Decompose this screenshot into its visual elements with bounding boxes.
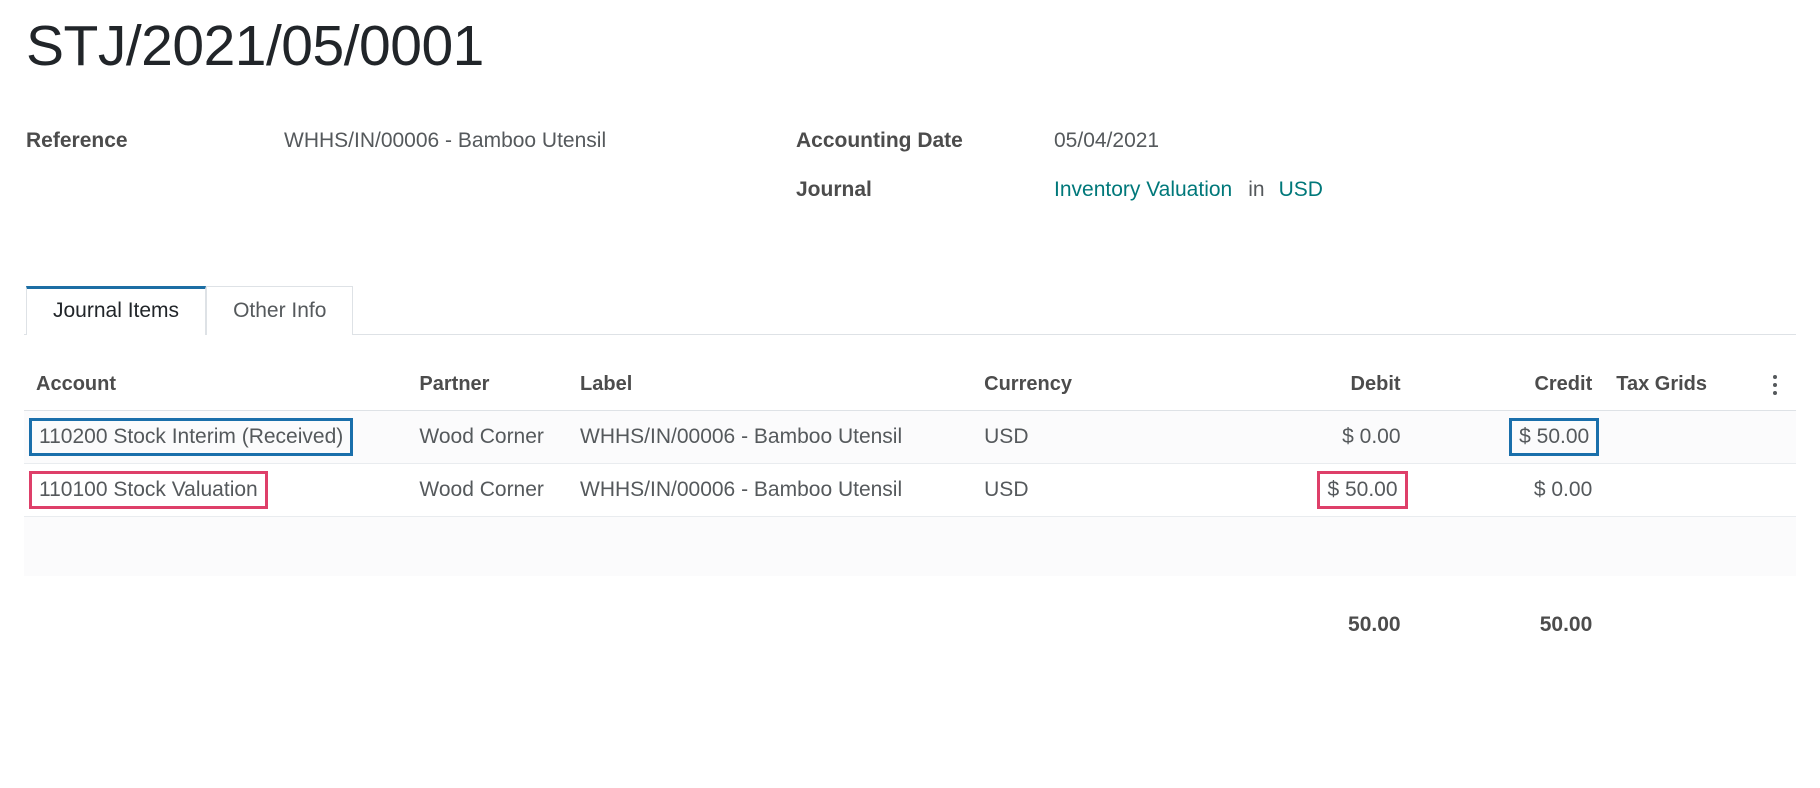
totals-options — [1755, 613, 1796, 637]
vertical-dots-icon[interactable] — [1767, 374, 1783, 395]
journal-entry-form: STJ/2021/05/0001 Reference WHHS/IN/00006… — [0, 18, 1820, 788]
row-1-account-text: 110200 Stock Interim (Received) — [39, 425, 344, 448]
column-header-partner[interactable]: Partner — [407, 373, 569, 411]
empty-cell-options — [1754, 516, 1796, 577]
row-2-debit-highlight: $ 50.00 — [1317, 471, 1408, 509]
empty-cell-partner — [407, 516, 569, 577]
header-fields: Reference WHHS/IN/00006 - Bamboo Utensil… — [24, 129, 1796, 227]
cell-credit[interactable]: $ 0.00 — [1412, 463, 1605, 517]
column-header-label[interactable]: Label — [568, 373, 973, 411]
empty-cell-tax-grids — [1604, 516, 1755, 577]
totals-tax-grids — [1604, 613, 1754, 637]
cell-debit[interactable]: $ 0.00 — [1153, 410, 1413, 464]
totals-spacer — [24, 613, 1154, 637]
row-1-account-highlight: 110200 Stock Interim (Received) — [29, 418, 354, 456]
tab-journal-items[interactable]: Journal Items — [26, 286, 207, 335]
header-fields-left: Reference WHHS/IN/00006 - Bamboo Utensil — [26, 129, 796, 227]
journal-link[interactable]: Inventory Valuation — [1054, 178, 1232, 201]
empty-cell-debit — [1153, 516, 1413, 577]
reference-label: Reference — [26, 129, 128, 152]
row-1-credit-text: $ 50.00 — [1519, 425, 1590, 448]
cell-debit[interactable]: $ 50.00 — [1153, 463, 1413, 517]
totals-table-row: 50.00 50.00 — [24, 613, 1796, 637]
page-title: STJ/2021/05/0001 — [26, 14, 484, 78]
cell-account[interactable]: 110200 Stock Interim (Received) — [24, 410, 408, 464]
total-debit: 50.00 — [1348, 613, 1401, 636]
row-2-account-text: 110100 Stock Valuation — [39, 478, 258, 501]
in-word: in — [1248, 178, 1265, 201]
table-header-row: Account Partner Label Currency Debit Cre… — [24, 373, 1796, 411]
cell-tax-grids[interactable] — [1604, 410, 1755, 464]
cell-tax-grids[interactable] — [1604, 463, 1755, 517]
journal-items-table: Account Partner Label Currency Debit Cre… — [24, 373, 1796, 577]
cell-label[interactable]: WHHS/IN/00006 - Bamboo Utensil — [568, 410, 973, 464]
header-fields-right: Accounting Date 05/04/2021 Journal Inven… — [796, 129, 1496, 227]
column-header-credit[interactable]: Credit — [1412, 373, 1605, 411]
empty-cell-currency — [972, 516, 1154, 577]
cell-currency[interactable]: USD — [972, 463, 1154, 517]
journal-value-group: Inventory Valuation in USD — [1054, 178, 1323, 202]
accounting-date-value[interactable]: 05/04/2021 — [1054, 129, 1159, 153]
empty-cell-account[interactable] — [24, 516, 408, 577]
column-options — [1754, 373, 1796, 411]
table-row[interactable]: 110200 Stock Interim (Received) Wood Cor… — [24, 410, 1796, 464]
field-accounting-date: Accounting Date 05/04/2021 — [796, 129, 1496, 178]
journal-label: Journal — [796, 178, 872, 201]
empty-cell-credit — [1412, 516, 1605, 577]
cell-options — [1754, 463, 1796, 517]
cell-account[interactable]: 110100 Stock Valuation — [24, 463, 408, 517]
cell-credit[interactable]: $ 50.00 — [1412, 410, 1605, 464]
table-row[interactable]: 110100 Stock Valuation Wood Corner WHHS/… — [24, 463, 1796, 517]
cell-partner[interactable]: Wood Corner — [407, 463, 569, 517]
total-credit: 50.00 — [1539, 613, 1593, 636]
field-reference: Reference WHHS/IN/00006 - Bamboo Utensil — [26, 129, 796, 178]
cell-options — [1754, 410, 1796, 464]
column-header-tax-grids[interactable]: Tax Grids — [1604, 373, 1755, 411]
currency-link[interactable]: USD — [1279, 178, 1323, 201]
row-1-credit-highlight: $ 50.00 — [1509, 418, 1600, 456]
reference-value[interactable]: WHHS/IN/00006 - Bamboo Utensil — [284, 129, 606, 153]
cell-partner[interactable]: Wood Corner — [407, 410, 569, 464]
column-header-account[interactable]: Account — [24, 373, 408, 411]
empty-cell-label — [568, 516, 973, 577]
column-header-currency[interactable]: Currency — [972, 373, 1154, 411]
row-2-debit-text: $ 50.00 — [1327, 478, 1398, 501]
tab-bar: Journal Items Other Info — [24, 279, 1796, 335]
tab-other-info[interactable]: Other Info — [206, 286, 354, 335]
totals-row: 50.00 50.00 — [24, 613, 1796, 637]
add-line-row[interactable] — [24, 516, 1796, 577]
cell-currency[interactable]: USD — [972, 410, 1154, 464]
field-journal: Journal Inventory Valuation in USD — [796, 178, 1496, 227]
cell-label[interactable]: WHHS/IN/00006 - Bamboo Utensil — [568, 463, 973, 517]
row-2-account-highlight: 110100 Stock Valuation — [29, 471, 268, 509]
column-header-debit[interactable]: Debit — [1153, 373, 1413, 411]
accounting-date-label: Accounting Date — [796, 129, 963, 152]
